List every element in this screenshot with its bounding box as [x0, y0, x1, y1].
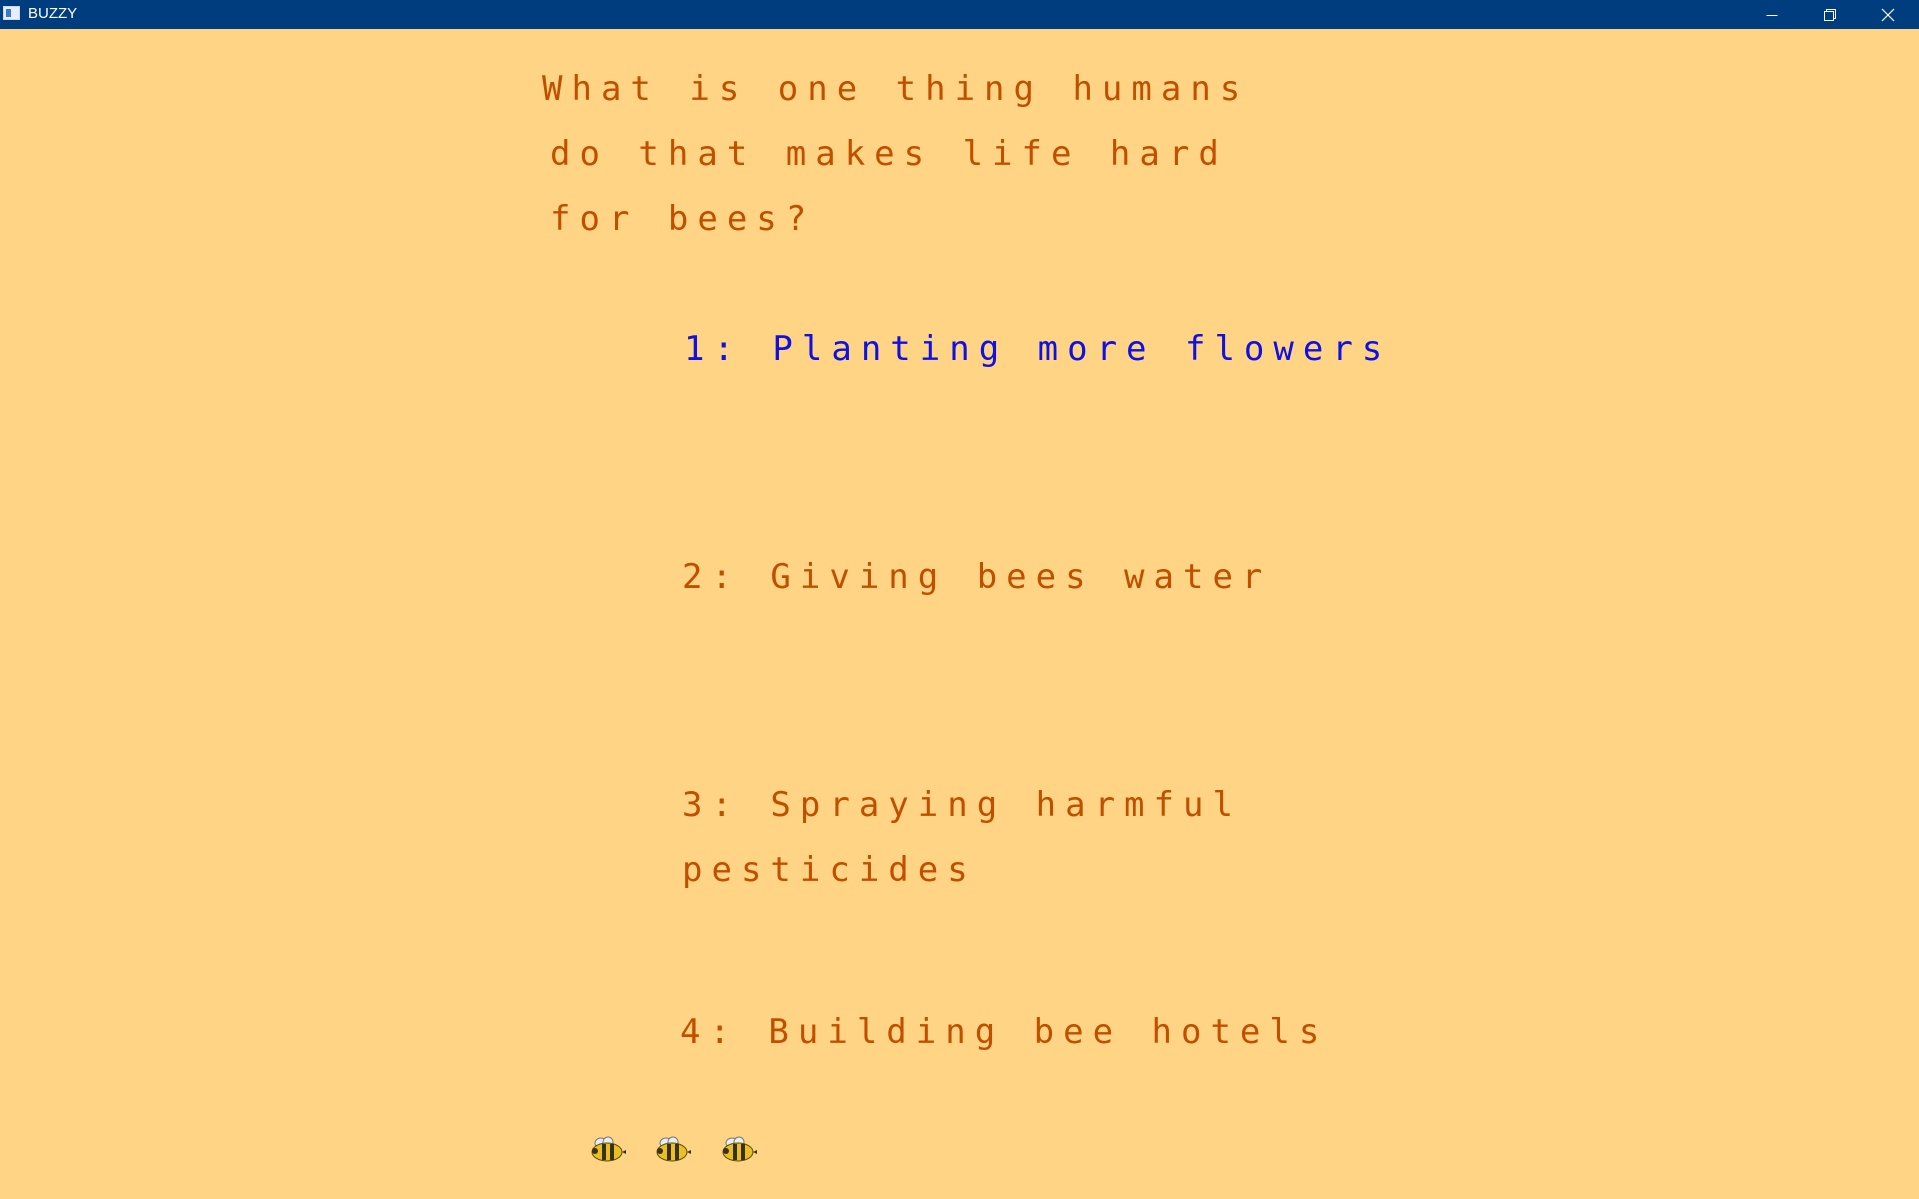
answer-option-3-continuation[interactable]: pesticides — [682, 850, 977, 890]
restore-button[interactable] — [1801, 0, 1859, 29]
answer-option-4[interactable]: 4: Building bee hotels — [680, 1012, 1328, 1052]
window-title: BUZZY — [28, 5, 78, 22]
minimize-button[interactable] — [1743, 0, 1801, 29]
minimize-icon — [1766, 14, 1778, 16]
close-icon — [1881, 8, 1895, 21]
game-area: What is one thing humans do that makes l… — [0, 29, 1919, 1199]
restore-icon — [1824, 8, 1836, 21]
app-window-icon — [3, 6, 20, 20]
question-line: do that makes life hard — [550, 134, 1228, 174]
question-line: for bees? — [550, 199, 816, 239]
answer-option-1[interactable]: 1: Planting more flowers — [684, 329, 1391, 369]
answer-option-3[interactable]: 3: Spraying harmful — [682, 785, 1242, 825]
bee-icon — [656, 1136, 691, 1162]
bee-icon — [591, 1136, 626, 1162]
answer-option-2[interactable]: 2: Giving bees water — [682, 557, 1271, 597]
bee-icon — [722, 1136, 757, 1162]
title-bar: BUZZY — [0, 0, 1919, 29]
close-button[interactable] — [1859, 0, 1917, 29]
question-line: What is one thing humans — [542, 69, 1250, 109]
